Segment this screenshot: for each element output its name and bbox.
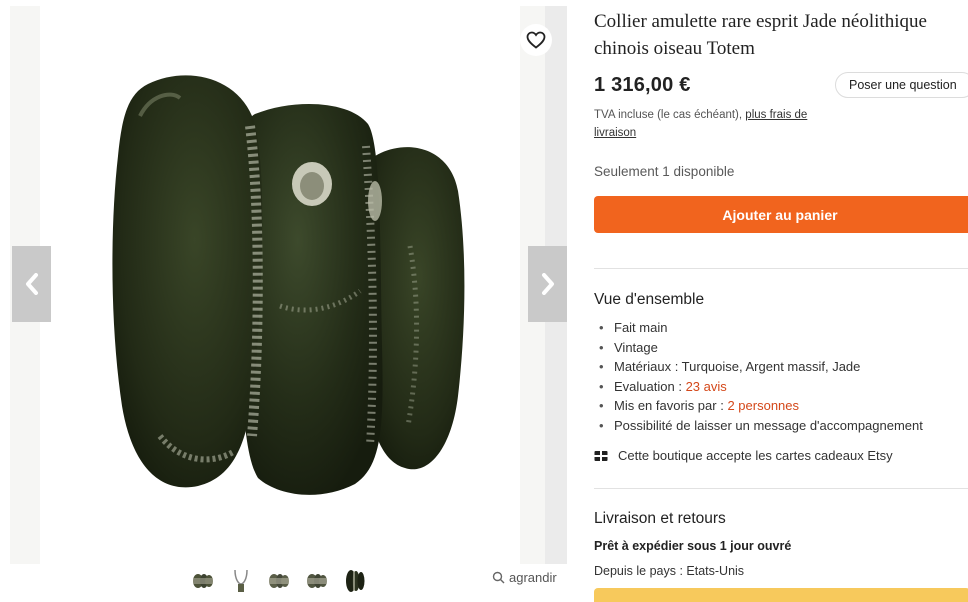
stock-status: Seulement 1 disponible bbox=[594, 164, 735, 179]
add-to-cart-label: Ajouter au panier bbox=[722, 206, 838, 223]
gift-card-icon bbox=[594, 450, 608, 461]
overview-heading: Vue d'ensemble bbox=[594, 291, 705, 308]
zoom-link[interactable]: agrandir bbox=[492, 570, 557, 585]
thumbnail-pendant-back[interactable] bbox=[304, 568, 330, 594]
reviews-link[interactable]: 23 avis bbox=[686, 379, 727, 394]
main-image-frame bbox=[10, 6, 567, 564]
divider bbox=[594, 268, 968, 269]
giftcard-note: Cette boutique accepte les cartes cadeau… bbox=[594, 448, 893, 463]
listing-title-line2: chinois oiseau Totem bbox=[594, 38, 755, 59]
tax-text: TVA incluse (le cas échéant), bbox=[594, 109, 743, 121]
list-item: Evaluation : 23 avis bbox=[594, 377, 923, 397]
thumbnail-necklace[interactable] bbox=[228, 568, 254, 594]
thumbnail-pendant-dark[interactable] bbox=[342, 568, 368, 594]
thumbnail-pendant-side[interactable] bbox=[266, 568, 292, 594]
zoom-label: agrandir bbox=[509, 570, 557, 585]
favorite-button[interactable] bbox=[520, 24, 552, 56]
thumbnail-pendant-front[interactable] bbox=[190, 568, 216, 594]
list-item: Matériaux : Turquoise, Argent massif, Ja… bbox=[594, 357, 923, 377]
ask-question-button[interactable]: Poser une question bbox=[835, 72, 968, 98]
giftcard-text: Cette boutique accepte les cartes cadeau… bbox=[618, 448, 893, 463]
thumbnail-strip bbox=[190, 568, 368, 594]
previous-image-button[interactable] bbox=[12, 246, 51, 322]
chevron-left-icon bbox=[25, 273, 38, 295]
shipping-heading: Livraison et retours bbox=[594, 510, 726, 527]
divider bbox=[594, 488, 968, 489]
jade-pendant-image[interactable] bbox=[10, 6, 545, 564]
magnifier-icon bbox=[492, 571, 505, 584]
image-gallery: agrandir bbox=[0, 0, 585, 599]
overview-list: Fait main Vintage Matériaux : Turquoise,… bbox=[594, 318, 923, 435]
list-item: Possibilité de laisser un message d'acco… bbox=[594, 416, 923, 436]
ships-from: Depuis le pays : Etats-Unis bbox=[594, 564, 745, 578]
list-item: Fait main bbox=[594, 318, 923, 338]
tax-note: TVA incluse (le cas échéant), plus frais… bbox=[594, 106, 844, 142]
dispatch-time: Prêt à expédier sous 1 jour ouvré bbox=[594, 539, 792, 553]
shipping-banner bbox=[594, 588, 968, 602]
list-item: Mis en favoris par : 2 personnes bbox=[594, 396, 923, 416]
listing-panel: Collier amulette rare esprit Jade néolit… bbox=[594, 0, 968, 602]
next-image-button[interactable] bbox=[528, 246, 567, 322]
favorites-link[interactable]: 2 personnes bbox=[727, 398, 799, 413]
listing-title: Collier amulette rare esprit Jade néolit… bbox=[594, 8, 968, 62]
add-to-cart-button[interactable]: Ajouter au panier bbox=[594, 196, 968, 233]
listing-title-line1: Collier amulette rare esprit Jade néolit… bbox=[594, 11, 927, 32]
shipping-costs-link[interactable]: plus frais de bbox=[745, 109, 807, 121]
heart-icon bbox=[526, 31, 546, 49]
list-item: Vintage bbox=[594, 338, 923, 358]
chevron-right-icon bbox=[541, 273, 554, 295]
price: 1 316,00 € bbox=[594, 74, 691, 96]
shipping-costs-link-cont[interactable]: livraison bbox=[594, 127, 636, 139]
